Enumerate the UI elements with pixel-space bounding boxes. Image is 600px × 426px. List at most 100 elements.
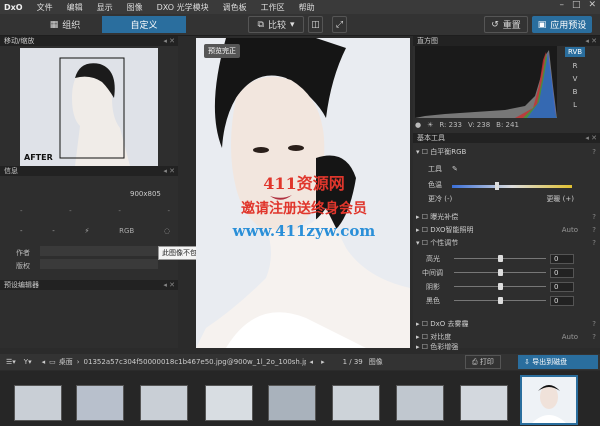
exposure-row[interactable]: ▸ ☐ 曝光补偿? — [416, 211, 600, 222]
menu-edit[interactable]: 编辑 — [67, 2, 83, 13]
app-logo: DxO — [4, 2, 23, 12]
help-icon[interactable]: ? — [592, 213, 596, 221]
fullscreen-button[interactable]: ⤢ — [332, 16, 347, 33]
shadows-slider-row[interactable]: 阴影 0 — [416, 280, 600, 293]
panel-close-icon[interactable]: ◂ ✕ — [163, 167, 175, 175]
image-dimensions: 900x805 — [130, 190, 161, 198]
midtones-slider-row[interactable]: 中间调 0 — [416, 266, 600, 279]
next-image-icon[interactable]: ▸ — [321, 358, 325, 366]
filmstrip-thumbnail-selected[interactable] — [520, 375, 578, 425]
highlights-slider-row[interactable]: 高光 0 — [416, 252, 600, 265]
basic-tools-header[interactable]: 基本工具 ◂ ✕ — [413, 133, 600, 143]
filmstrip-thumbnail[interactable] — [14, 385, 62, 421]
contrast-row[interactable]: ▸ ☐ 对比度 Auto? — [416, 331, 600, 342]
menu-image[interactable]: 图像 — [127, 2, 143, 13]
highlights-value[interactable]: 0 — [550, 253, 574, 264]
channel-l[interactable]: L — [573, 101, 577, 109]
arrow-left-icon[interactable]: ◂ — [42, 358, 46, 366]
watermark-line-3: www.411zyw.com — [232, 222, 376, 240]
menu-help[interactable]: 帮助 — [299, 2, 315, 13]
channel-r[interactable]: R — [573, 62, 578, 70]
copyright-label: 版权 — [16, 262, 30, 270]
filmstrip-thumbnail[interactable] — [205, 385, 253, 421]
smart-lighting-row[interactable]: ▸ ☐ DXO智能照明 Auto? — [416, 224, 600, 235]
tab-customize[interactable]: 自定义 — [102, 16, 186, 33]
image-label: 图像 — [368, 358, 383, 366]
export-button[interactable]: ⇩ 导出到磁盘 — [518, 355, 598, 369]
channel-b[interactable]: B — [573, 88, 578, 96]
compare-button[interactable]: ⧉ 比较 ▾ — [248, 16, 304, 33]
color-temp-knob[interactable] — [495, 182, 499, 190]
exif-row-2: - - ⚡ RGB ◌ — [20, 227, 170, 235]
navigator-thumbnail[interactable]: AFTER — [20, 48, 158, 166]
menu-view[interactable]: 显示 — [97, 2, 113, 13]
tab-organize[interactable]: ▦ 组织 — [40, 16, 90, 33]
slider-knob[interactable] — [498, 269, 503, 276]
blacks-value[interactable]: 0 — [550, 295, 574, 306]
info-header[interactable]: 信息 ◂ ✕ — [0, 166, 178, 176]
filmstrip-thumbnail[interactable] — [76, 385, 124, 421]
color-temp-slider[interactable] — [452, 185, 572, 188]
page-counter: 1 / 39 — [342, 358, 363, 366]
panel-close-icon[interactable]: ◂ ✕ — [163, 37, 175, 45]
shadows-value[interactable]: 0 — [550, 281, 574, 292]
panel-close-icon[interactable]: ◂ ✕ — [585, 37, 597, 45]
chevron-down-icon: ▾ ☐ — [416, 238, 431, 247]
prev-image-icon[interactable]: ◂ — [310, 358, 314, 366]
highlight-clip-icon[interactable]: ☀ — [427, 121, 433, 129]
filmstrip-thumbnail[interactable] — [140, 385, 188, 421]
slider-knob[interactable] — [498, 283, 503, 290]
dehaze-label: DxO 去雾霾 — [430, 319, 469, 328]
panel-close-icon[interactable]: ◂ ✕ — [585, 134, 597, 142]
chevron-down-icon: ▾ ☐ — [416, 147, 431, 156]
minimize-icon[interactable]: – — [559, 0, 564, 10]
help-icon[interactable]: ? — [592, 226, 596, 234]
panel-close-icon[interactable]: ◂ ✕ — [163, 281, 175, 289]
author-field[interactable] — [40, 246, 158, 256]
filter-icon[interactable]: Y▾ — [24, 358, 32, 366]
menu-optics[interactable]: DXO 光学模块 — [157, 2, 209, 13]
tone-label: 个性调节 — [430, 238, 459, 247]
help-icon[interactable]: ? — [592, 148, 596, 156]
view-mode-icon[interactable]: ☰▾ — [6, 358, 16, 366]
menu-palette[interactable]: 调色板 — [223, 2, 247, 13]
menu-file[interactable]: 文件 — [37, 2, 53, 13]
eyedropper-icon[interactable]: ✎ — [452, 165, 458, 173]
maximize-icon[interactable]: □ — [572, 0, 581, 10]
slider-knob[interactable] — [498, 255, 503, 262]
channel-v[interactable]: V — [573, 75, 578, 83]
menu-bar: DxO 文件 编辑 显示 图像 DXO 光学模块 调色板 工作区 帮助 – □ … — [0, 0, 600, 14]
filmstrip-thumbnail[interactable] — [332, 385, 380, 421]
print-button[interactable]: ⎙ 打印 — [465, 355, 501, 369]
dehaze-row[interactable]: ▸ ☐ DxO 去雾霾? — [416, 318, 600, 329]
apply-preset-button[interactable]: ▣ 应用预设 — [532, 16, 592, 33]
blacks-slider-row[interactable]: 黑色 0 — [416, 294, 600, 307]
midtones-value[interactable]: 0 — [550, 267, 574, 278]
move-zoom-header[interactable]: 移动/缩放 ◂ ✕ — [0, 36, 178, 46]
filmstrip-thumbnail[interactable] — [396, 385, 444, 421]
copyright-field[interactable] — [40, 259, 158, 269]
split-view-button[interactable]: ◫ — [308, 16, 323, 33]
channel-rvb[interactable]: RVB — [565, 47, 586, 57]
help-icon[interactable]: ? — [592, 320, 596, 328]
filmstrip-thumbnail[interactable] — [460, 385, 508, 421]
shadows-label: 阴影 — [426, 282, 440, 291]
close-icon[interactable]: ✕ — [588, 0, 596, 10]
tone-row[interactable]: ▾ ☐ 个性调节? — [416, 237, 600, 248]
shadow-clip-icon[interactable]: ● — [415, 121, 421, 129]
slider-knob[interactable] — [498, 297, 503, 304]
help-icon[interactable]: ? — [592, 239, 596, 247]
path-label[interactable]: 桌面 — [59, 357, 73, 367]
histogram-channels: RVB R V B L — [565, 47, 586, 109]
filmstrip-thumbnail[interactable] — [268, 385, 316, 421]
color-boost-row[interactable]: ▸ ☐ 色彩增强 — [416, 343, 600, 351]
watermark-overlay: 411资源网 邀请注册送终身会员 www.411zyw.com — [184, 170, 424, 240]
menu-workspace[interactable]: 工作区 — [261, 2, 285, 13]
preset-editor-header[interactable]: 预设编辑器 ◂ ✕ — [0, 280, 178, 290]
histogram-header[interactable]: 直方图 ◂ ✕ — [413, 36, 600, 46]
white-balance-row[interactable]: ▾ ☐ 白平衡RGB? — [416, 146, 600, 157]
watermark-line-1: 411资源网 — [263, 174, 345, 193]
help-icon[interactable]: ? — [592, 333, 596, 341]
reset-button[interactable]: ↺ 重置 — [484, 16, 528, 33]
temp-scale: 更冷 (-) 更暖 (+) — [428, 193, 588, 204]
